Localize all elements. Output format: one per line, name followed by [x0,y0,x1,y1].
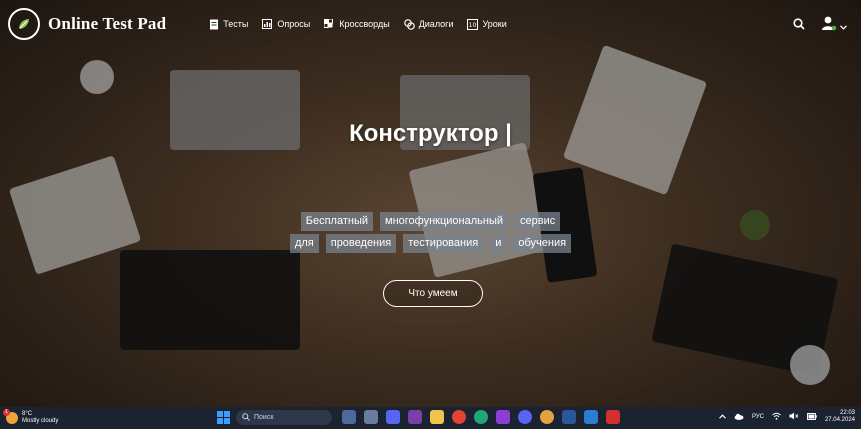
cup-decor [790,345,830,385]
cup-decor [80,60,114,94]
leaf-logo-icon [8,8,40,40]
user-icon [821,15,837,36]
tagline-word: многофункциональный [380,212,509,231]
tagline-word: Бесплатный [300,212,374,231]
weather-icon: 1 [3,408,18,424]
nav-item-label: Тесты [223,19,249,29]
language-indicator[interactable]: РУС [752,414,764,420]
tagline-word: и [490,234,507,253]
system-tray: РУС 22:03 27.04.2024 [719,410,855,424]
what-we-can-button[interactable]: Что умеем [383,280,483,307]
chat-icon [403,18,415,30]
nav-item-label: Кроссворды [339,19,390,29]
clock-date: 27.04.2024 [824,417,855,423]
nav-item-label: Опросы [277,19,311,29]
clock-time: 22:03 [839,410,855,416]
wifi-icon[interactable] [772,412,781,422]
app-icon[interactable] [540,410,554,424]
tagline-word: проведения [325,234,397,253]
main-nav: Тесты Опросы Кроссворды Диалоги 10 Уроки [208,18,507,30]
app-icon[interactable] [584,410,598,424]
search-placeholder: Поиск [254,414,274,421]
search-icon [242,412,250,423]
hero-background [0,0,861,407]
volume-icon[interactable] [789,412,799,422]
tagline-word: сервис [515,212,561,231]
battery-icon[interactable] [806,412,817,422]
nav-item-crosswords[interactable]: Кроссворды [324,18,390,30]
hero-title: Конструктор | [349,120,512,147]
nav-item-label: Уроки [482,19,507,29]
pdf-reader-icon[interactable] [606,410,620,424]
tagline-word: для [289,234,319,253]
nav-item-polls[interactable]: Опросы [262,18,311,30]
weather-desc: Mostly cloudy [22,417,59,424]
os-taskbar: 1 8°C Mostly cloudy Поиск РУС 22:03 27.0… [0,407,861,428]
top-navbar: Online Test Pad Тесты Опросы Кроссворды … [0,0,861,48]
discord-icon[interactable] [518,410,532,424]
app-icon[interactable] [496,410,510,424]
poll-icon [262,18,273,30]
nav-right-actions [793,15,847,36]
laptop-decor [120,250,300,350]
system-clock[interactable]: 22:03 27.04.2024 [825,410,855,424]
file-explorer-icon[interactable] [430,410,444,424]
weather-temp: 8°C [22,410,33,417]
weather-text: 8°C Mostly cloudy [22,411,58,425]
nav-item-label: Диалоги [418,19,454,29]
brand-name: Online Test Pad [48,14,167,33]
document-decor [408,142,552,278]
crossword-icon [324,18,335,30]
chevron-up-icon[interactable] [719,413,726,421]
user-menu[interactable] [821,15,847,36]
tagline-word: тестирования [403,234,484,253]
widgets-icon[interactable] [364,410,378,424]
cloud-icon[interactable] [734,413,744,422]
lessons-icon: 10 [467,18,479,30]
document-icon [208,19,219,30]
laptop-decor [651,243,839,377]
nav-item-tests[interactable]: Тесты [208,19,248,30]
visual-studio-icon[interactable] [408,410,422,424]
nav-item-dialogs[interactable]: Диалоги [403,18,454,30]
tagline-row: для проведения тестирования и обучения [0,234,861,253]
pinned-apps [342,410,620,424]
notification-badge: 1 [3,408,10,416]
task-view-icon[interactable] [342,410,356,424]
nav-item-lessons[interactable]: 10 Уроки [467,18,507,30]
svg-text:10: 10 [469,22,477,29]
tagline-word: обучения [513,234,572,253]
word-icon[interactable] [562,410,576,424]
tagline-row: Бесплатный многофункциональный сервис [0,212,861,231]
windows-start-icon[interactable] [217,411,230,429]
chevron-down-icon [840,17,847,35]
chat-app-icon[interactable] [386,410,400,424]
brand-logo[interactable]: Online Test Pad [8,8,166,40]
weather-widget[interactable]: 1 8°C Mostly cloudy [3,408,58,425]
taskbar-search[interactable]: Поиск [236,410,332,425]
chrome-icon[interactable] [452,410,466,424]
search-icon[interactable] [793,17,805,35]
edge-icon[interactable] [474,410,488,424]
